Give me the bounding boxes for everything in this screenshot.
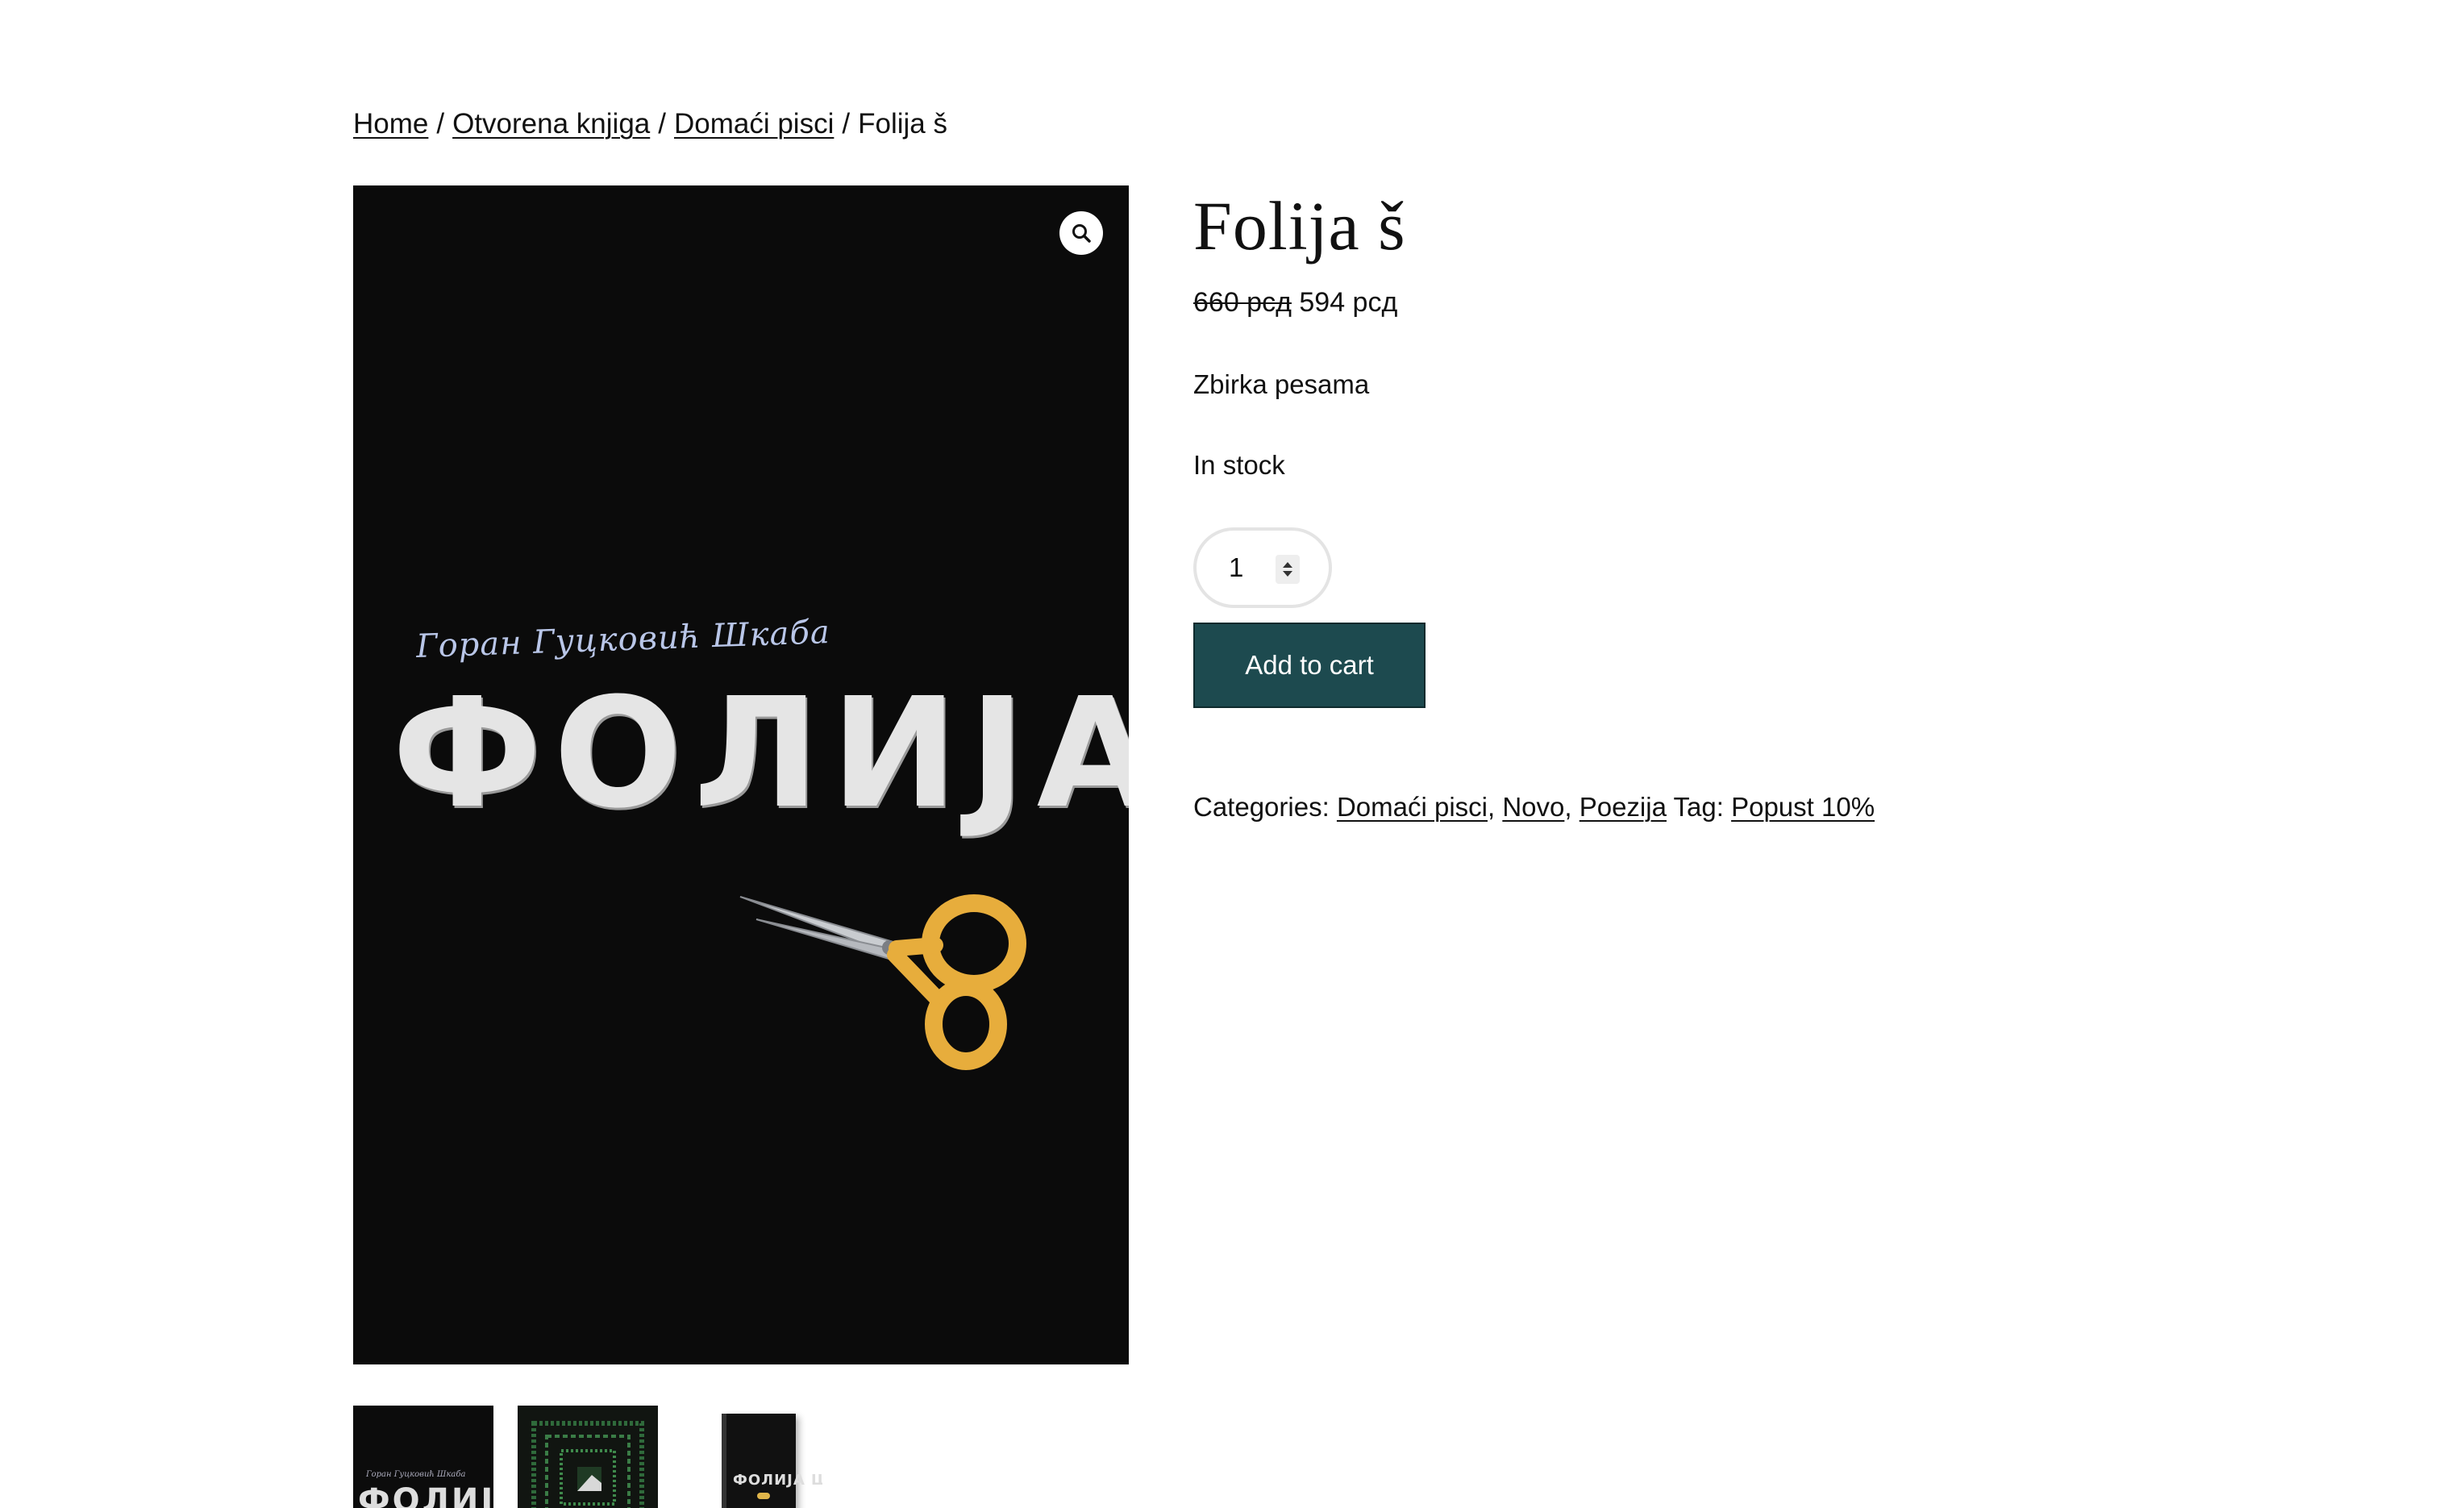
quantity-input[interactable] [1227, 552, 1279, 584]
breadcrumb-domaci-pisci-link[interactable]: Domaći pisci [674, 108, 834, 140]
thumbnail-author: Горан Гуцковић Шкаба [366, 1470, 466, 1479]
breadcrumb-current: Folija š [858, 108, 947, 140]
categories-label: Categories: [1193, 792, 1330, 822]
product-main-image[interactable]: Горан Гуцковић Шкаба ФОЛИЈА Ш [353, 185, 1129, 1364]
regular-price: 660 рсд [1193, 287, 1292, 318]
circuit-pattern-image [531, 1421, 644, 1508]
quantity-stepper[interactable] [1193, 527, 1332, 608]
cover-title: ФОЛИЈА Ш [392, 665, 1129, 842]
product-price: 660 рсд 594 рсд [1193, 284, 2000, 321]
quantity-spinner[interactable] [1276, 555, 1300, 584]
tag-label: Tag: [1673, 792, 1724, 822]
breadcrumb-otvorena-knjiga-link[interactable]: Otvorena knjiga [452, 108, 650, 140]
scissors-mini [757, 1493, 770, 1499]
product-summary: Folija š 660 рсд 594 рсд Zbirka pesama I… [1193, 185, 2000, 826]
cover-author-signature: Горан Гуцковић Шкаба [415, 614, 831, 665]
spinner-down-icon[interactable] [1283, 571, 1292, 577]
add-to-cart-button[interactable]: Add to cart [1193, 623, 1426, 708]
breadcrumb-separator: / [658, 108, 666, 140]
thumbnail-3d-title: ФОЛИЈА Ш [733, 1472, 822, 1489]
search-icon [1072, 224, 1091, 243]
product-title: Folija š [1193, 187, 1406, 265]
category-link-poezija[interactable]: Poezija [1580, 792, 1667, 822]
sale-price: 594 рсд [1299, 287, 1398, 318]
category-link-domaci-pisci[interactable]: Domaći pisci [1337, 792, 1488, 822]
category-link-novo[interactable]: Novo [1502, 792, 1564, 822]
tag-link-popust[interactable]: Popust 10% [1731, 792, 1875, 822]
product-meta: Categories: Domaći pisci, Novo, Poezija … [1193, 792, 1875, 822]
thumbnail-front-cover[interactable]: Горан Гуцковић Шкаба ФОЛИЈА Ш [353, 1406, 493, 1508]
thumbnail-back-cover[interactable] [518, 1406, 658, 1508]
breadcrumb-separator: / [436, 108, 445, 140]
stock-status: In stock [1193, 450, 1285, 480]
zoom-button[interactable] [1059, 211, 1103, 255]
gallery-thumbnails: Горан Гуцковић Шкаба ФОЛИЈА Ш ФОЛИЈА Ш [353, 1406, 822, 1508]
thumbnail-book-3d[interactable]: ФОЛИЈА Ш [682, 1406, 822, 1508]
breadcrumb-separator: / [842, 108, 851, 140]
breadcrumb: Home / Otvorena knjiga / Domaći pisci / Folija… [353, 105, 947, 144]
short-description: Zbirka pesama [1193, 369, 1370, 399]
thumbnail-title: ФОЛИЈА Ш [358, 1482, 493, 1508]
scissors-illustration [739, 894, 1026, 1070]
book-3d-image: ФОЛИЈА Ш [726, 1414, 822, 1508]
breadcrumb-home-link[interactable]: Home [353, 108, 428, 140]
spinner-up-icon[interactable] [1283, 562, 1292, 568]
